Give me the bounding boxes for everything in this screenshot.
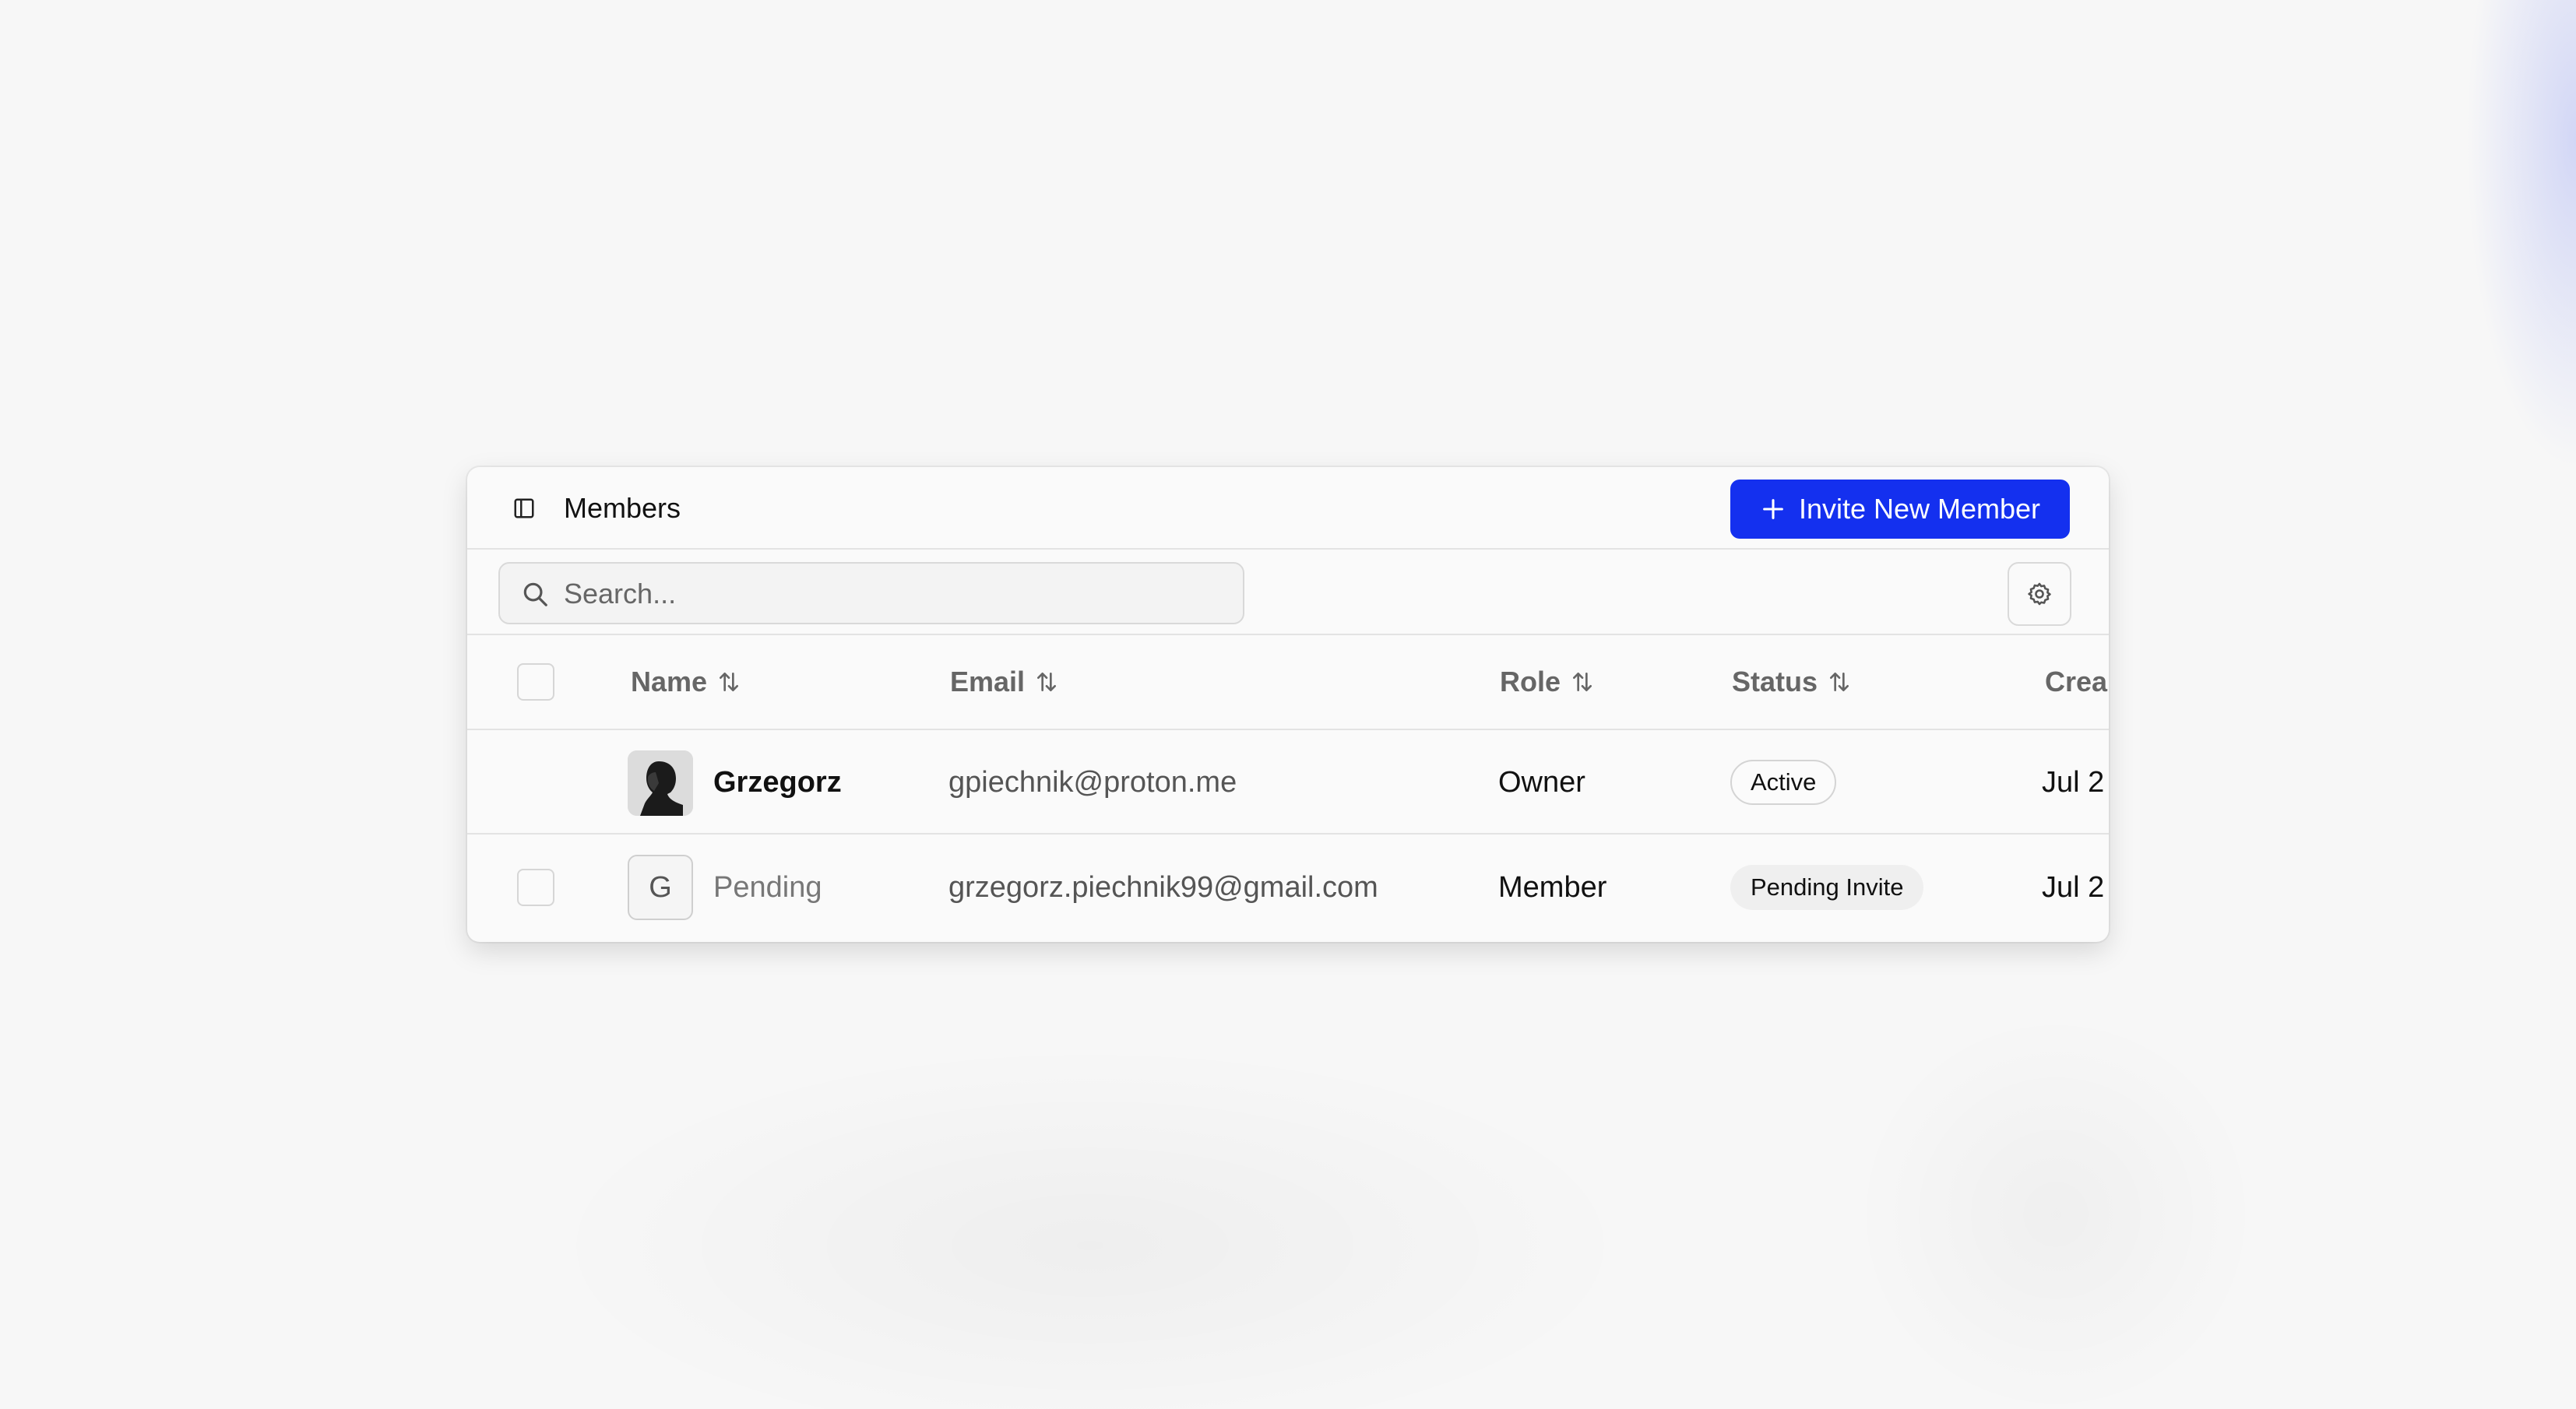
table-row[interactable]: G Pending grzegorz.piechnik99@gmail.com …: [467, 835, 2109, 940]
member-name: Pending: [713, 871, 822, 904]
column-header-created[interactable]: Crea: [2045, 664, 2107, 700]
member-role: Member: [1498, 871, 1607, 904]
column-header-created-label: Crea: [2045, 666, 2108, 697]
invite-new-member-button[interactable]: Invite New Member: [1730, 480, 2070, 539]
member-role: Owner: [1498, 766, 1585, 799]
table-header-row: Name Email Role Status Crea: [467, 635, 2109, 730]
invite-button-label: Invite New Member: [1798, 493, 2041, 525]
table-toolbar: [467, 550, 2109, 635]
plus-icon: [1763, 499, 1783, 519]
column-header-role-label: Role: [1500, 666, 1561, 697]
column-header-email-label: Email: [950, 666, 1026, 697]
column-header-email[interactable]: Email: [950, 664, 1059, 700]
table-settings-button[interactable]: [2008, 562, 2071, 626]
search-box[interactable]: [498, 562, 1244, 624]
column-header-name[interactable]: Name: [631, 664, 741, 700]
member-name: Grzegorz: [713, 766, 842, 799]
status-badge: Pending Invite: [1730, 865, 1924, 910]
avatar: G: [628, 855, 693, 920]
user-photo: [628, 750, 693, 816]
member-email: grzegorz.piechnik99@gmail.com: [948, 871, 1378, 904]
search-icon: [523, 582, 547, 606]
column-header-role[interactable]: Role: [1500, 664, 1595, 700]
column-header-name-label: Name: [631, 666, 708, 697]
member-created: Jul 2: [2042, 871, 2105, 904]
page-title: Members: [564, 492, 681, 524]
column-header-status-label: Status: [1732, 666, 1818, 697]
sort-arrows-icon: [1573, 673, 1592, 691]
select-all-checkbox[interactable]: [517, 663, 554, 701]
members-panel: Members Invite New Member Name: [467, 467, 2109, 942]
gear-icon: [2028, 582, 2051, 606]
panel-header: Members Invite New Member: [467, 467, 2109, 550]
sort-arrows-icon: [720, 673, 739, 691]
sort-arrows-icon: [1037, 673, 1057, 691]
member-email: gpiechnik@proton.me: [948, 766, 1237, 799]
table-row[interactable]: Grzegorz gpiechnik@proton.me Owner Activ…: [467, 730, 2109, 835]
row-select-checkbox[interactable]: [517, 869, 554, 906]
sort-arrows-icon: [1830, 673, 1849, 691]
avatar: [628, 750, 693, 816]
search-input[interactable]: [562, 571, 1219, 617]
status-badge: Active: [1730, 760, 1837, 805]
member-created: Jul 2: [2042, 766, 2105, 799]
column-header-status[interactable]: Status: [1732, 664, 1852, 700]
panel-left-icon[interactable]: [512, 497, 536, 520]
